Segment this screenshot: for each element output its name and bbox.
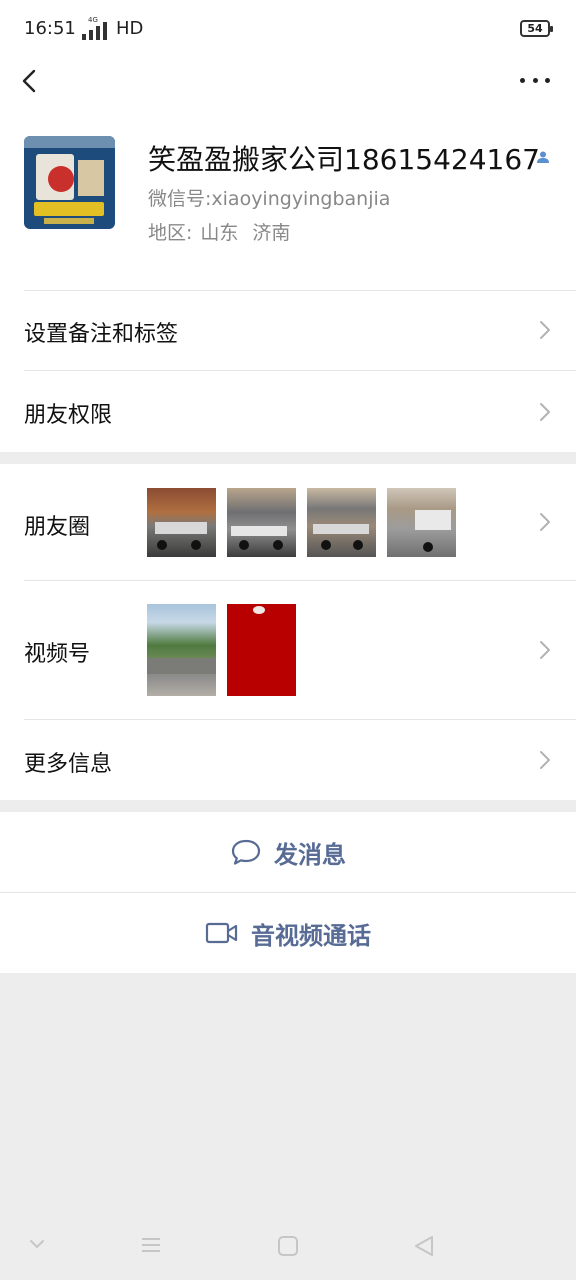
battery-level: 54 (527, 22, 543, 35)
more-dots-icon (520, 77, 525, 83)
remark-tags-row[interactable]: 设置备注和标签 (0, 290, 576, 370)
profile-name: 笑盈盈搬家公司18615424167 (148, 143, 540, 176)
status-bar: 16:51 4G HD 54 (0, 0, 576, 58)
moments-row[interactable]: 朋友圈 (0, 464, 576, 580)
avatar[interactable] (24, 136, 115, 229)
channels-video-thumb (227, 604, 296, 696)
chevron-right-icon (540, 751, 550, 769)
friend-permissions-label: 朋友权限 (24, 403, 113, 428)
moments-photo (307, 488, 376, 557)
video-call-label: 音视频通话 (251, 921, 371, 950)
chat-bubble-icon (231, 839, 261, 865)
region-province: 山东 (200, 222, 239, 244)
region-city: 济南 (252, 222, 291, 244)
chevron-left-icon (22, 69, 36, 93)
settings-section: 设置备注和标签 朋友权限 (0, 290, 576, 452)
chevron-down-icon[interactable] (28, 1238, 46, 1250)
send-message-button[interactable]: 发消息 (0, 812, 576, 892)
moments-photo (227, 488, 296, 557)
remark-tags-label: 设置备注和标签 (24, 322, 179, 347)
person-icon (537, 151, 549, 163)
moments-label: 朋友圈 (24, 515, 91, 540)
more-info-row[interactable]: 更多信息 (0, 720, 576, 800)
battery-icon: 54 (520, 20, 553, 37)
region: 地区: 山东 济南 (148, 218, 290, 245)
moments-photo (387, 488, 456, 557)
more-button[interactable] (520, 74, 550, 86)
back-triangle-icon[interactable] (412, 1234, 436, 1258)
signal-icon: 4G (82, 16, 107, 40)
chevron-right-icon (540, 513, 550, 531)
status-time: 16:51 (24, 18, 76, 39)
channels-video-thumb (147, 604, 216, 696)
send-message-label: 发消息 (274, 840, 346, 869)
channels-row[interactable]: 视频号 (0, 581, 576, 719)
friend-permissions-row[interactable]: 朋友权限 (0, 371, 576, 452)
region-label: 地区: (148, 222, 193, 244)
network-type: 4G (88, 16, 98, 24)
chevron-right-icon (540, 403, 550, 421)
nav-bar (0, 58, 576, 120)
channels-label: 视频号 (24, 642, 91, 667)
chevron-right-icon (540, 641, 550, 659)
menu-icon[interactable] (139, 1234, 163, 1256)
wechat-id: 微信号:xiaoyingyingbanjia (148, 188, 391, 210)
chevron-right-icon (540, 321, 550, 339)
video-call-button[interactable]: 音视频通话 (0, 893, 576, 973)
more-info-label: 更多信息 (24, 752, 113, 777)
back-button[interactable] (18, 66, 48, 96)
profile-card: 笑盈盈搬家公司18615424167 微信号:xiaoyingyingbanji… (0, 120, 576, 290)
moments-photo (147, 488, 216, 557)
video-camera-icon (205, 922, 238, 944)
system-nav-bar (0, 1212, 576, 1280)
media-section: 朋友圈 视频号 更多信息 (0, 464, 576, 800)
hd-indicator: HD (116, 18, 144, 39)
home-icon[interactable] (276, 1234, 300, 1258)
